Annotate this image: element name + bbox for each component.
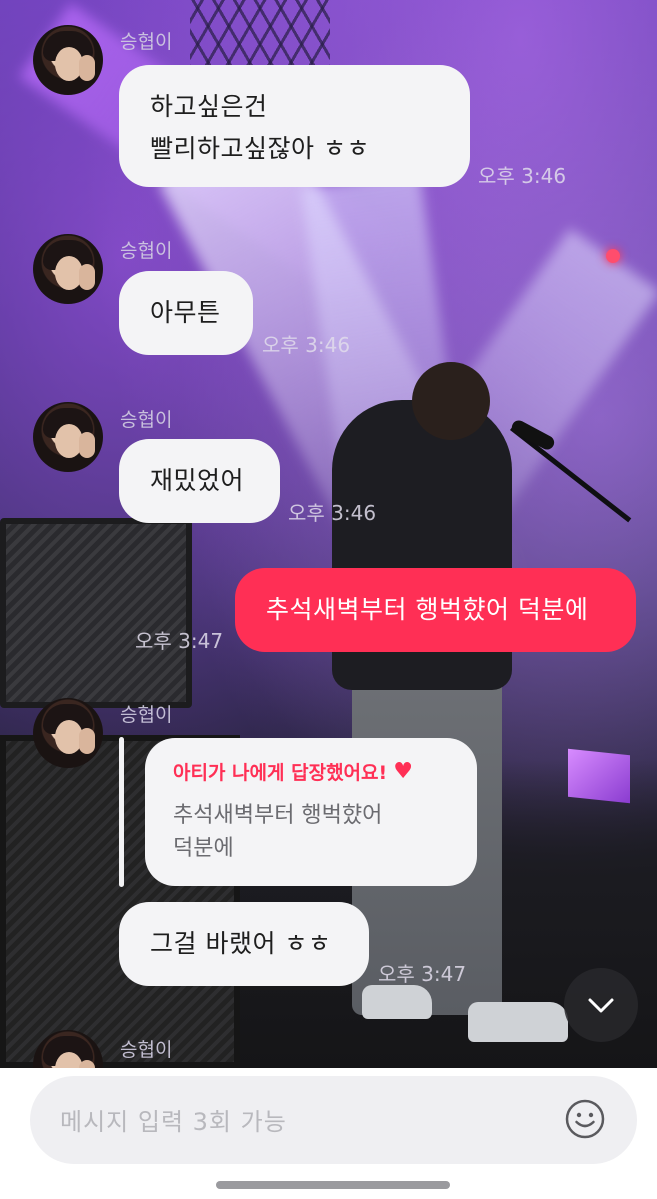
message-time: 오후 3:46 bbox=[262, 333, 351, 357]
heart-icon: ♥ bbox=[393, 759, 413, 784]
reply-title-text: 아티가 나에게 답장했어요! bbox=[173, 762, 388, 784]
chevron-down-icon bbox=[588, 998, 614, 1013]
sender-name: 승협이 bbox=[120, 31, 173, 53]
sender-name: 승협이 bbox=[120, 704, 173, 726]
message-time: 오후 3:46 bbox=[288, 501, 377, 525]
home-indicator bbox=[216, 1181, 450, 1189]
sender-name: 승협이 bbox=[120, 1039, 173, 1061]
message-time: 오후 3:47 bbox=[135, 629, 224, 653]
avatar[interactable] bbox=[33, 402, 103, 472]
sender-name: 승협이 bbox=[120, 240, 173, 262]
avatar[interactable] bbox=[33, 698, 103, 768]
message-time: 오후 3:46 bbox=[478, 164, 567, 188]
smiley-icon[interactable] bbox=[564, 1098, 606, 1140]
message-bubble[interactable]: 아무튼 bbox=[119, 271, 253, 355]
message-bubble[interactable]: 하고싶은건 빨리하고싶잖아 ㅎㅎ bbox=[119, 65, 470, 187]
message-time: 오후 3:47 bbox=[378, 962, 467, 986]
reply-card[interactable]: 아티가 나에게 답장했어요! ♥ 추석새벽부터 행벅햤어 덕분에 bbox=[145, 738, 477, 886]
message-bubble[interactable]: 재밌었어 bbox=[119, 439, 280, 523]
message-input-placeholder[interactable]: 메시지 입력 3회 가능 bbox=[60, 1102, 287, 1137]
avatar[interactable] bbox=[33, 234, 103, 304]
message-bubble[interactable]: 그걸 바랬어 ㅎㅎ bbox=[119, 902, 369, 986]
my-message-bubble[interactable]: 추석새벽부터 행벅햤어 덕분에 bbox=[235, 568, 636, 652]
quoted-message: 추석새벽부터 행벅햤어 덕분에 bbox=[173, 803, 383, 861]
scroll-to-bottom-button[interactable] bbox=[564, 968, 638, 1042]
reply-title: 아티가 나에게 답장했어요! ♥ bbox=[173, 758, 449, 785]
reply-indicator-line bbox=[119, 737, 124, 887]
sender-name: 승협이 bbox=[120, 409, 173, 431]
avatar[interactable] bbox=[33, 25, 103, 95]
